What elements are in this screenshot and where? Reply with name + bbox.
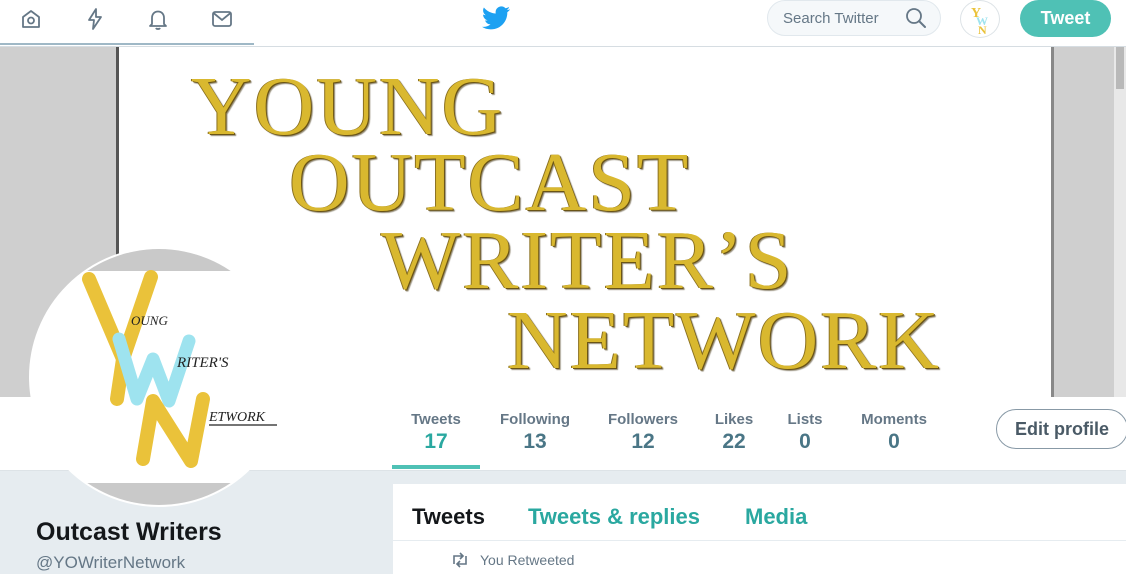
stat-value: 0 bbox=[799, 430, 811, 453]
active-stat-underline bbox=[392, 465, 480, 469]
retweet-icon bbox=[451, 552, 469, 568]
stat-value: 12 bbox=[631, 430, 655, 453]
svg-text:N: N bbox=[978, 23, 987, 37]
moments-icon[interactable] bbox=[79, 5, 111, 33]
stat-label: Followers bbox=[607, 411, 678, 428]
home-icon[interactable] bbox=[15, 5, 47, 33]
search-input[interactable] bbox=[768, 1, 913, 35]
stat-likes[interactable]: Likes 22 bbox=[709, 411, 759, 454]
stat-label: Following bbox=[500, 411, 570, 428]
banner-line-2: OUTCAST bbox=[289, 136, 691, 229]
timeline-divider bbox=[393, 540, 1126, 541]
search-box[interactable] bbox=[767, 0, 941, 36]
stat-tweets[interactable]: Tweets 17 bbox=[404, 411, 468, 454]
stat-moments[interactable]: Moments 0 bbox=[855, 411, 933, 454]
profile-avatar[interactable]: OUNG RITER'S ETWORK bbox=[29, 247, 289, 507]
top-navigation: Y W N Tweet bbox=[0, 0, 1126, 47]
banner-line-4: NETWORK bbox=[507, 294, 941, 387]
tab-media[interactable]: Media bbox=[745, 504, 807, 530]
stat-label: Lists bbox=[787, 411, 823, 428]
stat-label: Tweets bbox=[411, 411, 461, 428]
active-tab-underline bbox=[0, 43, 254, 45]
stat-followers[interactable]: Followers 12 bbox=[603, 411, 683, 454]
stat-lists[interactable]: Lists 0 bbox=[783, 411, 827, 454]
stat-value: 0 bbox=[888, 430, 900, 453]
avatar-lettering-etwork: ETWORK bbox=[208, 410, 266, 425]
timeline: Tweets Tweets & replies Media You Retwee… bbox=[393, 484, 1126, 574]
search-icon[interactable] bbox=[905, 7, 927, 29]
stat-value: 13 bbox=[523, 430, 547, 453]
tab-tweets-and-replies[interactable]: Tweets & replies bbox=[528, 504, 700, 530]
scrollbar[interactable] bbox=[1114, 47, 1126, 397]
edit-profile-button[interactable]: Edit profile bbox=[996, 409, 1126, 449]
twitter-bird-icon[interactable] bbox=[481, 6, 511, 32]
tab-tweets[interactable]: Tweets bbox=[412, 504, 485, 530]
stat-value: 17 bbox=[424, 430, 448, 453]
notifications-icon[interactable] bbox=[142, 5, 174, 33]
avatar-lettering-riters: RITER'S bbox=[176, 355, 229, 371]
profile-name: Outcast Writers bbox=[36, 518, 222, 546]
account-avatar[interactable]: Y W N bbox=[960, 0, 1000, 38]
retweet-context: You Retweeted bbox=[480, 552, 575, 568]
avatar-lettering-oung: OUNG bbox=[131, 313, 168, 328]
tweet-button[interactable]: Tweet bbox=[1020, 0, 1111, 37]
stat-label: Likes bbox=[714, 411, 754, 428]
profile-handle[interactable]: @YOWriterNetwork bbox=[36, 553, 185, 573]
scrollbar-thumb[interactable] bbox=[1116, 47, 1124, 89]
stat-value: 22 bbox=[722, 430, 746, 453]
banner-line-3: WRITER’S bbox=[381, 214, 794, 307]
messages-icon[interactable] bbox=[206, 5, 238, 33]
stat-following[interactable]: Following 13 bbox=[494, 411, 576, 454]
stat-label: Moments bbox=[861, 411, 927, 428]
